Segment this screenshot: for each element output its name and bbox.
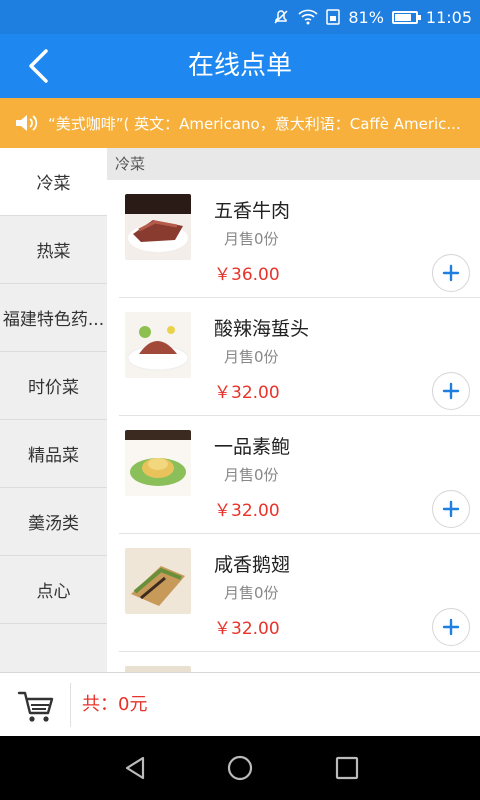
dish-list[interactable]: 冷菜 五香牛肉 月售0份 ￥36.00 酸辣海蜇头 月售0份 ￥32.00 一品… [107, 148, 480, 672]
category-label: 精品菜 [28, 446, 79, 466]
category-label: 热菜 [36, 242, 71, 262]
dish-price: ￥36.00 [214, 265, 280, 285]
category-hot-dishes[interactable]: 热菜 [0, 216, 107, 284]
plus-icon [442, 382, 460, 400]
category-seasonal[interactable]: 时价菜 [0, 352, 107, 420]
dish-photo [125, 312, 191, 378]
category-cold-dishes[interactable]: 冷菜 [0, 148, 107, 216]
category-dim-sum[interactable]: 点心 [0, 556, 107, 624]
announcement-bar[interactable]: “美式咖啡”( 英文：Americano，意大利语：Caffè Americ..… [0, 98, 480, 148]
category-label: 时价菜 [28, 378, 79, 398]
dish-photo [125, 548, 191, 614]
list-item[interactable] [119, 652, 480, 672]
system-nav-bar [0, 736, 480, 800]
category-premium[interactable]: 精品菜 [0, 420, 107, 488]
monthly-sales: 月售0份 [224, 230, 279, 248]
sim-icon [326, 9, 341, 25]
wifi-icon [298, 9, 318, 25]
dish-price: ￥32.00 [214, 383, 280, 403]
dish-price: ￥32.00 [214, 619, 280, 639]
status-icons: 81% 11:05 [272, 0, 472, 34]
add-to-cart-button[interactable] [432, 254, 470, 292]
add-to-cart-button[interactable] [432, 372, 470, 410]
add-to-cart-button[interactable] [432, 608, 470, 646]
category-label: 点心 [36, 582, 71, 602]
battery-fill [394, 13, 412, 21]
category-label: 福建特色药... [2, 310, 105, 330]
monthly-sales: 月售0份 [224, 466, 279, 484]
section-header: 冷菜 [107, 148, 480, 180]
category-fujian-herbal[interactable]: 福建特色药... [0, 284, 107, 352]
battery-icon [391, 10, 421, 24]
add-to-cart-button[interactable] [432, 490, 470, 528]
plus-icon [442, 264, 460, 282]
plus-icon [442, 618, 460, 636]
list-item[interactable]: 酸辣海蜇头 月售0份 ￥32.00 [119, 298, 480, 416]
category-label: 羹汤类 [28, 514, 79, 534]
divider [70, 683, 71, 727]
category-label: 冷菜 [36, 174, 71, 194]
dish-photo [125, 194, 191, 260]
dish-name: 一品素鲍 [214, 436, 291, 458]
app-bar: 在线点单 [0, 34, 480, 98]
cart-icon[interactable] [16, 685, 56, 725]
home-icon[interactable] [226, 754, 254, 782]
category-soups[interactable]: 羹汤类 [0, 488, 107, 556]
speaker-icon [16, 115, 38, 131]
cart-bar: 共：0元 [0, 672, 480, 736]
dish-name: 酸辣海蜇头 [214, 318, 310, 340]
battery-percent: 81% [348, 7, 384, 27]
mute-icon [274, 10, 288, 24]
monthly-sales: 月售0份 [224, 584, 279, 602]
status-bar: 81% 11:05 [0, 0, 480, 34]
cart-total: 共：0元 [82, 694, 148, 715]
monthly-sales: 月售0份 [224, 348, 279, 366]
back-icon[interactable] [121, 754, 149, 782]
dish-name: 五香牛肉 [214, 200, 291, 222]
dish-price: ￥32.00 [214, 501, 280, 521]
recents-icon[interactable] [333, 754, 361, 782]
dish-name: 咸香鹅翅 [214, 554, 291, 576]
list-item[interactable]: 五香牛肉 月售0份 ￥36.00 [119, 180, 480, 298]
announcement-text: “美式咖啡”( 英文：Americano，意大利语：Caffè Americ..… [48, 114, 461, 133]
category-sidebar: 冷菜 热菜 福建特色药... 时价菜 精品菜 羹汤类 点心 [0, 148, 107, 672]
plus-icon [442, 500, 460, 518]
clock: 11:05 [425, 7, 472, 27]
dish-photo [125, 430, 191, 496]
page-title: 在线点单 [187, 51, 292, 81]
list-item[interactable]: 一品素鲍 月售0份 ￥32.00 [119, 416, 480, 534]
list-item[interactable]: 咸香鹅翅 月售0份 ￥32.00 [119, 534, 480, 652]
